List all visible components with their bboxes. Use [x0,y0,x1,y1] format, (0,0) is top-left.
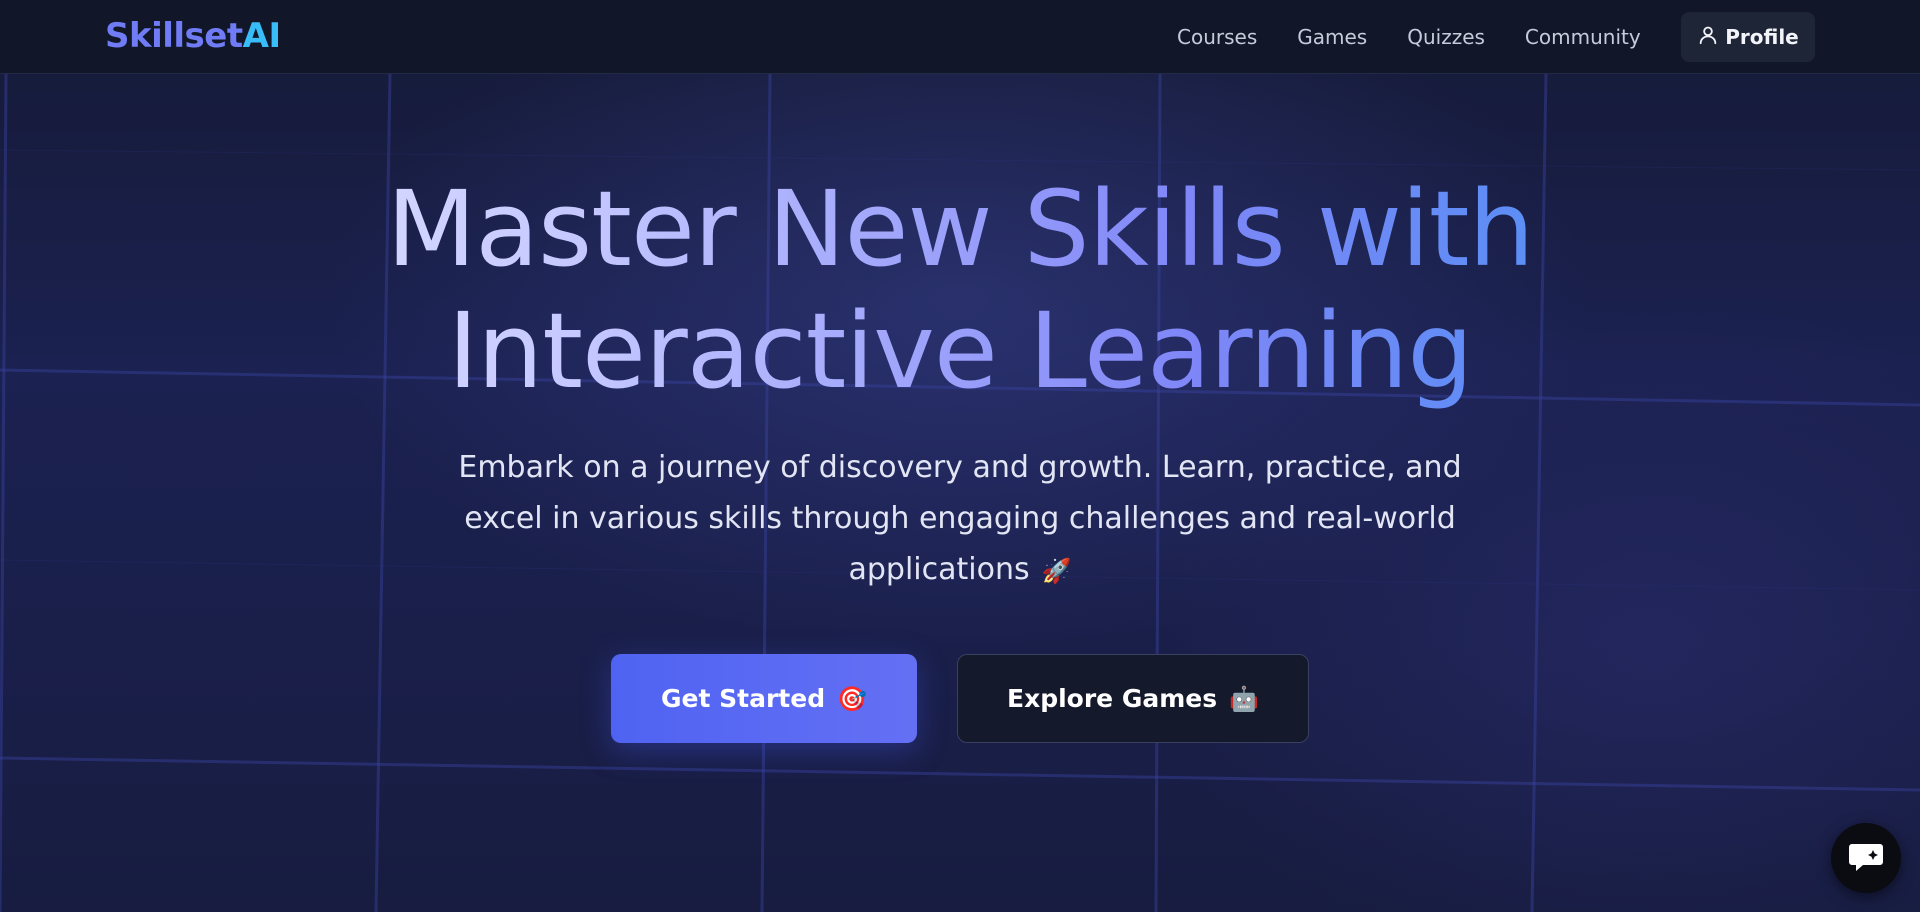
brand-logo[interactable]: SkillsetAI [105,16,281,56]
nav-quizzes[interactable]: Quizzes [1387,0,1505,74]
rocket-icon: 🚀 [1041,557,1072,585]
top-navbar: SkillsetAI Courses Games Quizzes Communi… [0,0,1920,74]
main-nav: Courses Games Quizzes Community [1160,0,1661,74]
nav-games[interactable]: Games [1277,0,1387,74]
robot-icon: 🤖 [1229,684,1259,713]
page: SkillsetAI Courses Games Quizzes Communi… [0,0,1920,912]
brand-logo-part1: Skillset [105,16,243,56]
profile-button[interactable]: Profile [1681,12,1815,62]
profile-label: Profile [1725,25,1799,49]
hero-title-line1: Master New Skills with [0,168,1920,290]
hero-subtitle-text: Embark on a journey of discovery and gro… [458,450,1462,587]
nav-courses[interactable]: Courses [1160,0,1277,74]
explore-games-label: Explore Games [1007,684,1218,713]
hero-subtitle: Embark on a journey of discovery and gro… [440,442,1480,597]
hero-title-line2: Interactive Learning [0,290,1920,412]
hero-title: Master New Skills with Interactive Learn… [0,168,1920,412]
brand-logo-part2: AI [242,16,281,56]
get-started-button[interactable]: Get Started 🎯 [611,654,917,743]
target-icon: 🎯 [837,684,867,713]
get-started-label: Get Started [661,684,826,713]
explore-games-button[interactable]: Explore Games 🤖 [957,654,1309,743]
chat-button[interactable] [1831,823,1901,893]
nav-community[interactable]: Community [1505,0,1661,74]
chat-bubble-sparkle-icon [1846,836,1886,880]
user-icon [1697,24,1719,51]
